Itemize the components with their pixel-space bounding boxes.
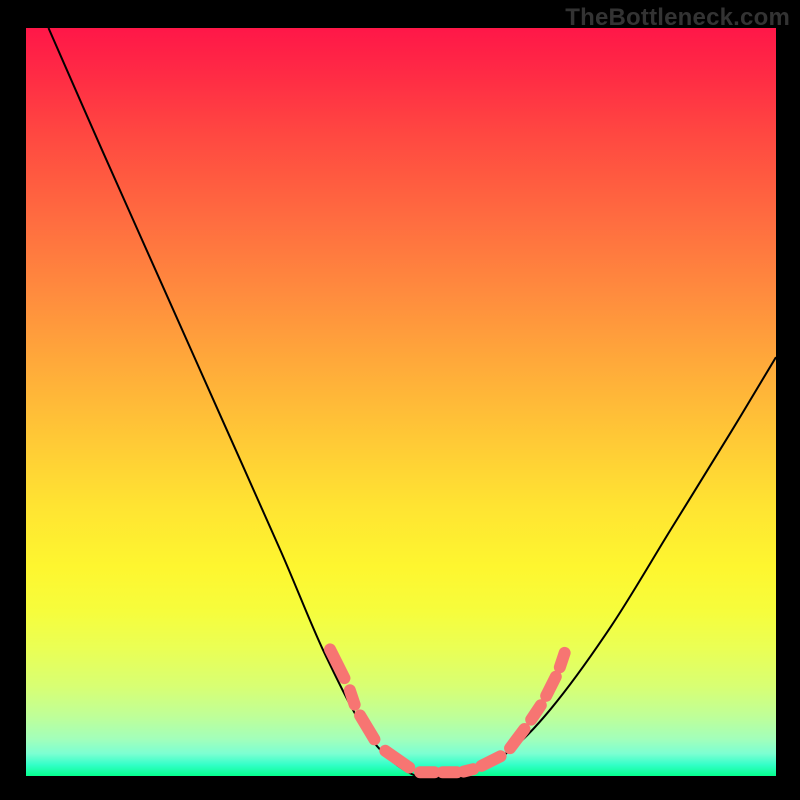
plot-area xyxy=(26,28,776,776)
highlight-dash xyxy=(464,769,474,771)
highlight-segments xyxy=(330,649,565,772)
chart-container: TheBottleneck.com xyxy=(0,0,800,800)
highlight-dash xyxy=(385,751,409,768)
highlight-dash xyxy=(350,690,355,704)
highlight-dash xyxy=(560,653,565,667)
highlight-dash xyxy=(510,729,524,748)
curve-svg xyxy=(26,28,776,776)
highlight-dash xyxy=(330,649,344,678)
highlight-dash xyxy=(531,705,541,719)
bottleneck-curve xyxy=(49,28,777,780)
highlight-dash xyxy=(360,715,374,739)
highlight-dash xyxy=(481,756,500,766)
watermark-text: TheBottleneck.com xyxy=(565,4,790,32)
highlight-dash xyxy=(546,677,556,696)
